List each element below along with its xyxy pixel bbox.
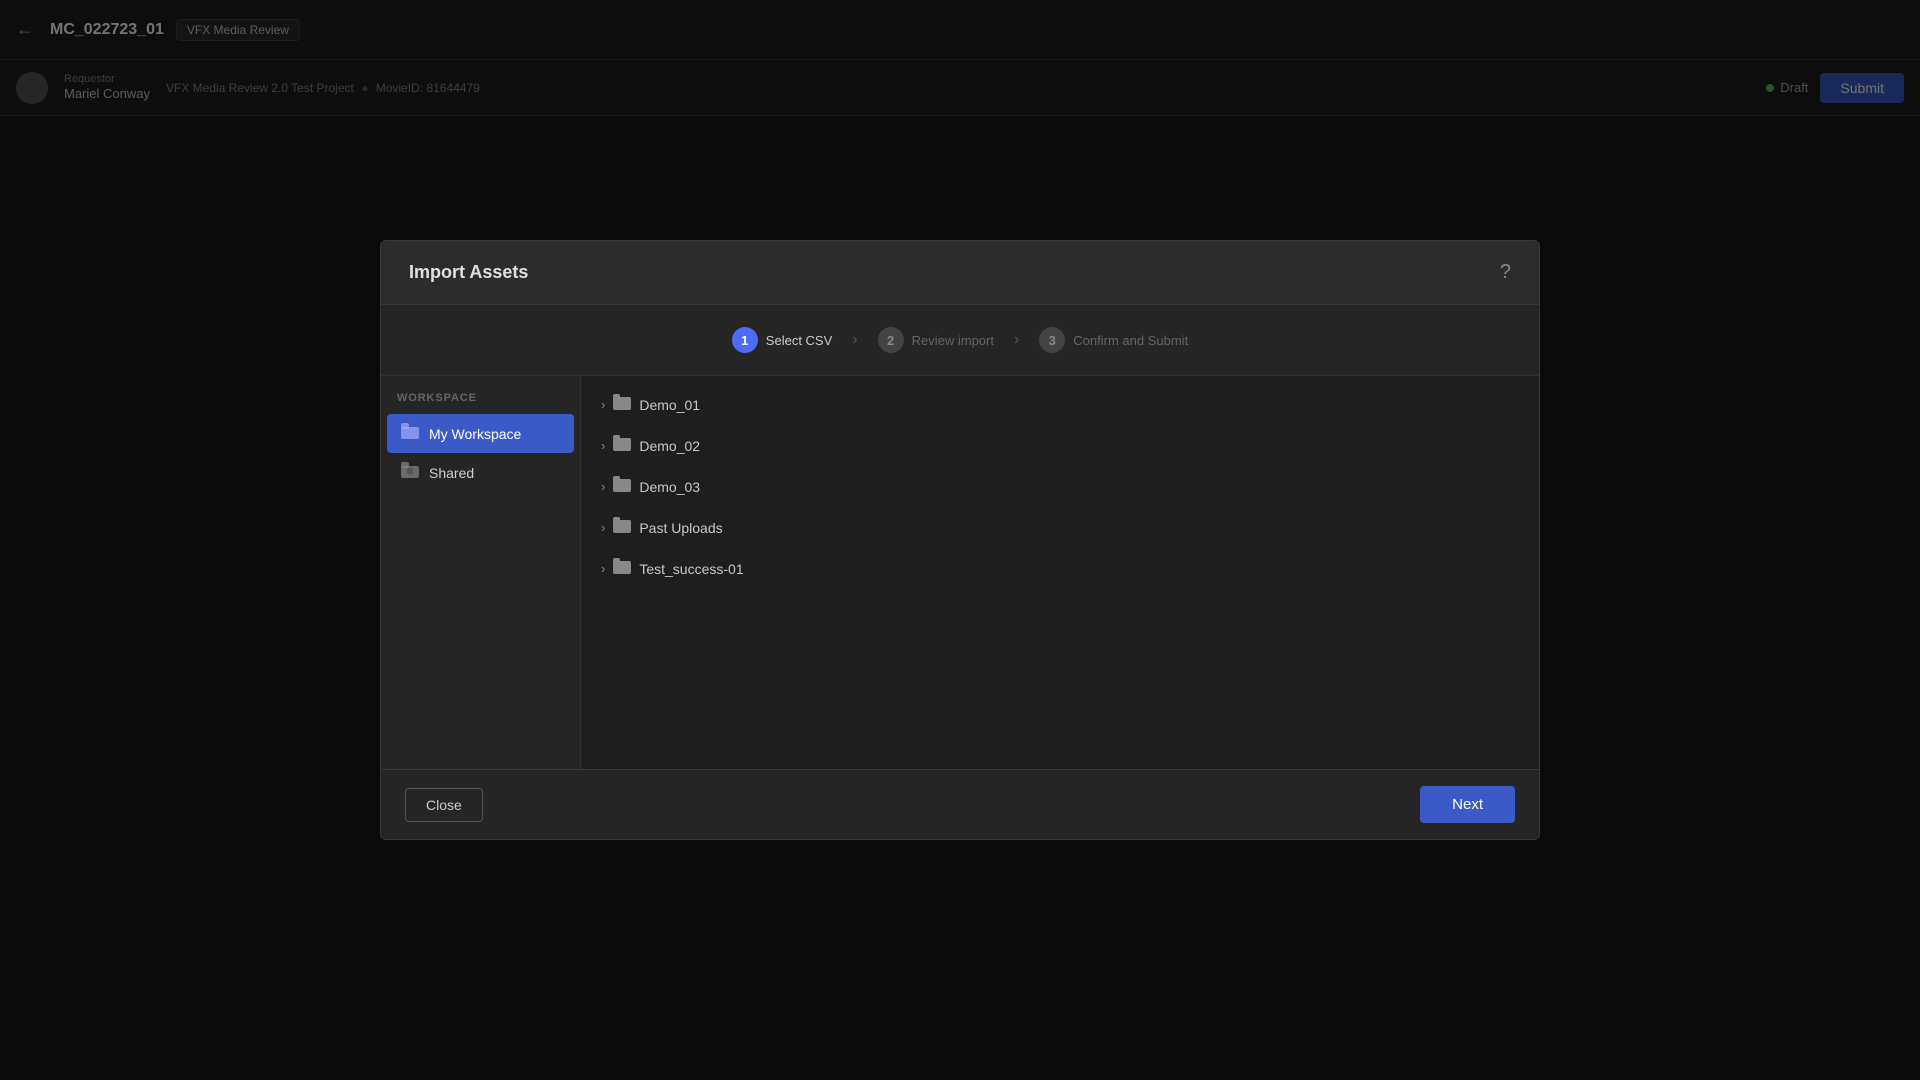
step-1-num: 1 — [732, 327, 758, 353]
close-button[interactable]: Close — [405, 788, 483, 822]
folder-icon-demo01 — [613, 394, 631, 415]
folder-list-panel: › Demo_01 › — [581, 376, 1539, 769]
folder-icon-test-success — [613, 558, 631, 579]
step-3-num: 3 — [1039, 327, 1065, 353]
folder-item-test-success[interactable]: › Test_success-01 — [581, 548, 1539, 589]
folder-name-demo02: Demo_02 — [639, 438, 700, 454]
my-workspace-icon — [401, 423, 419, 444]
folder-icon-demo03 — [613, 476, 631, 497]
shared-icon — [401, 462, 419, 483]
folder-icon-past-uploads — [613, 517, 631, 538]
sidebar-section-label: WORKSPACE — [381, 392, 580, 414]
folder-name-demo03: Demo_03 — [639, 479, 700, 495]
modal-help-icon[interactable]: ? — [1500, 261, 1511, 284]
step-sep-2: › — [1014, 331, 1019, 349]
chevron-icon-demo02: › — [601, 438, 605, 453]
chevron-icon-demo01: › — [601, 397, 605, 412]
modal-title: Import Assets — [409, 262, 528, 283]
next-button[interactable]: Next — [1420, 786, 1515, 823]
steps-bar: 1 Select CSV › 2 Review import › 3 Confi… — [381, 305, 1539, 376]
step-1: 1 Select CSV — [732, 327, 832, 353]
folder-list: › Demo_01 › — [581, 376, 1539, 597]
step-2: 2 Review import — [878, 327, 994, 353]
folder-item-past-uploads[interactable]: › Past Uploads — [581, 507, 1539, 548]
step-3: 3 Confirm and Submit — [1039, 327, 1188, 353]
folder-item-demo02[interactable]: › Demo_02 — [581, 425, 1539, 466]
workspace-sidebar: WORKSPACE My Workspace — [381, 376, 581, 769]
modal-overlay: Import Assets ? 1 Select CSV › 2 Review … — [0, 0, 1920, 1080]
folder-name-demo01: Demo_01 — [639, 397, 700, 413]
sidebar-item-my-workspace[interactable]: My Workspace — [387, 414, 574, 453]
shared-label: Shared — [429, 465, 474, 481]
step-sep-1: › — [852, 331, 857, 349]
modal-body: WORKSPACE My Workspace — [381, 376, 1539, 769]
import-assets-modal: Import Assets ? 1 Select CSV › 2 Review … — [380, 240, 1540, 840]
folder-name-test-success: Test_success-01 — [639, 561, 743, 577]
step-2-num: 2 — [878, 327, 904, 353]
modal-header: Import Assets ? — [381, 241, 1539, 305]
chevron-icon-demo03: › — [601, 479, 605, 494]
step-1-label: Select CSV — [766, 333, 832, 348]
chevron-icon-past-uploads: › — [601, 520, 605, 535]
folder-name-past-uploads: Past Uploads — [639, 520, 722, 536]
step-2-label: Review import — [912, 333, 994, 348]
folder-icon-demo02 — [613, 435, 631, 456]
step-3-label: Confirm and Submit — [1073, 333, 1188, 348]
folder-item-demo01[interactable]: › Demo_01 — [581, 384, 1539, 425]
sidebar-item-shared[interactable]: Shared — [387, 453, 574, 492]
my-workspace-label: My Workspace — [429, 426, 521, 442]
folder-item-demo03[interactable]: › Demo_03 — [581, 466, 1539, 507]
chevron-icon-test-success: › — [601, 561, 605, 576]
modal-footer: Close Next — [381, 769, 1539, 839]
